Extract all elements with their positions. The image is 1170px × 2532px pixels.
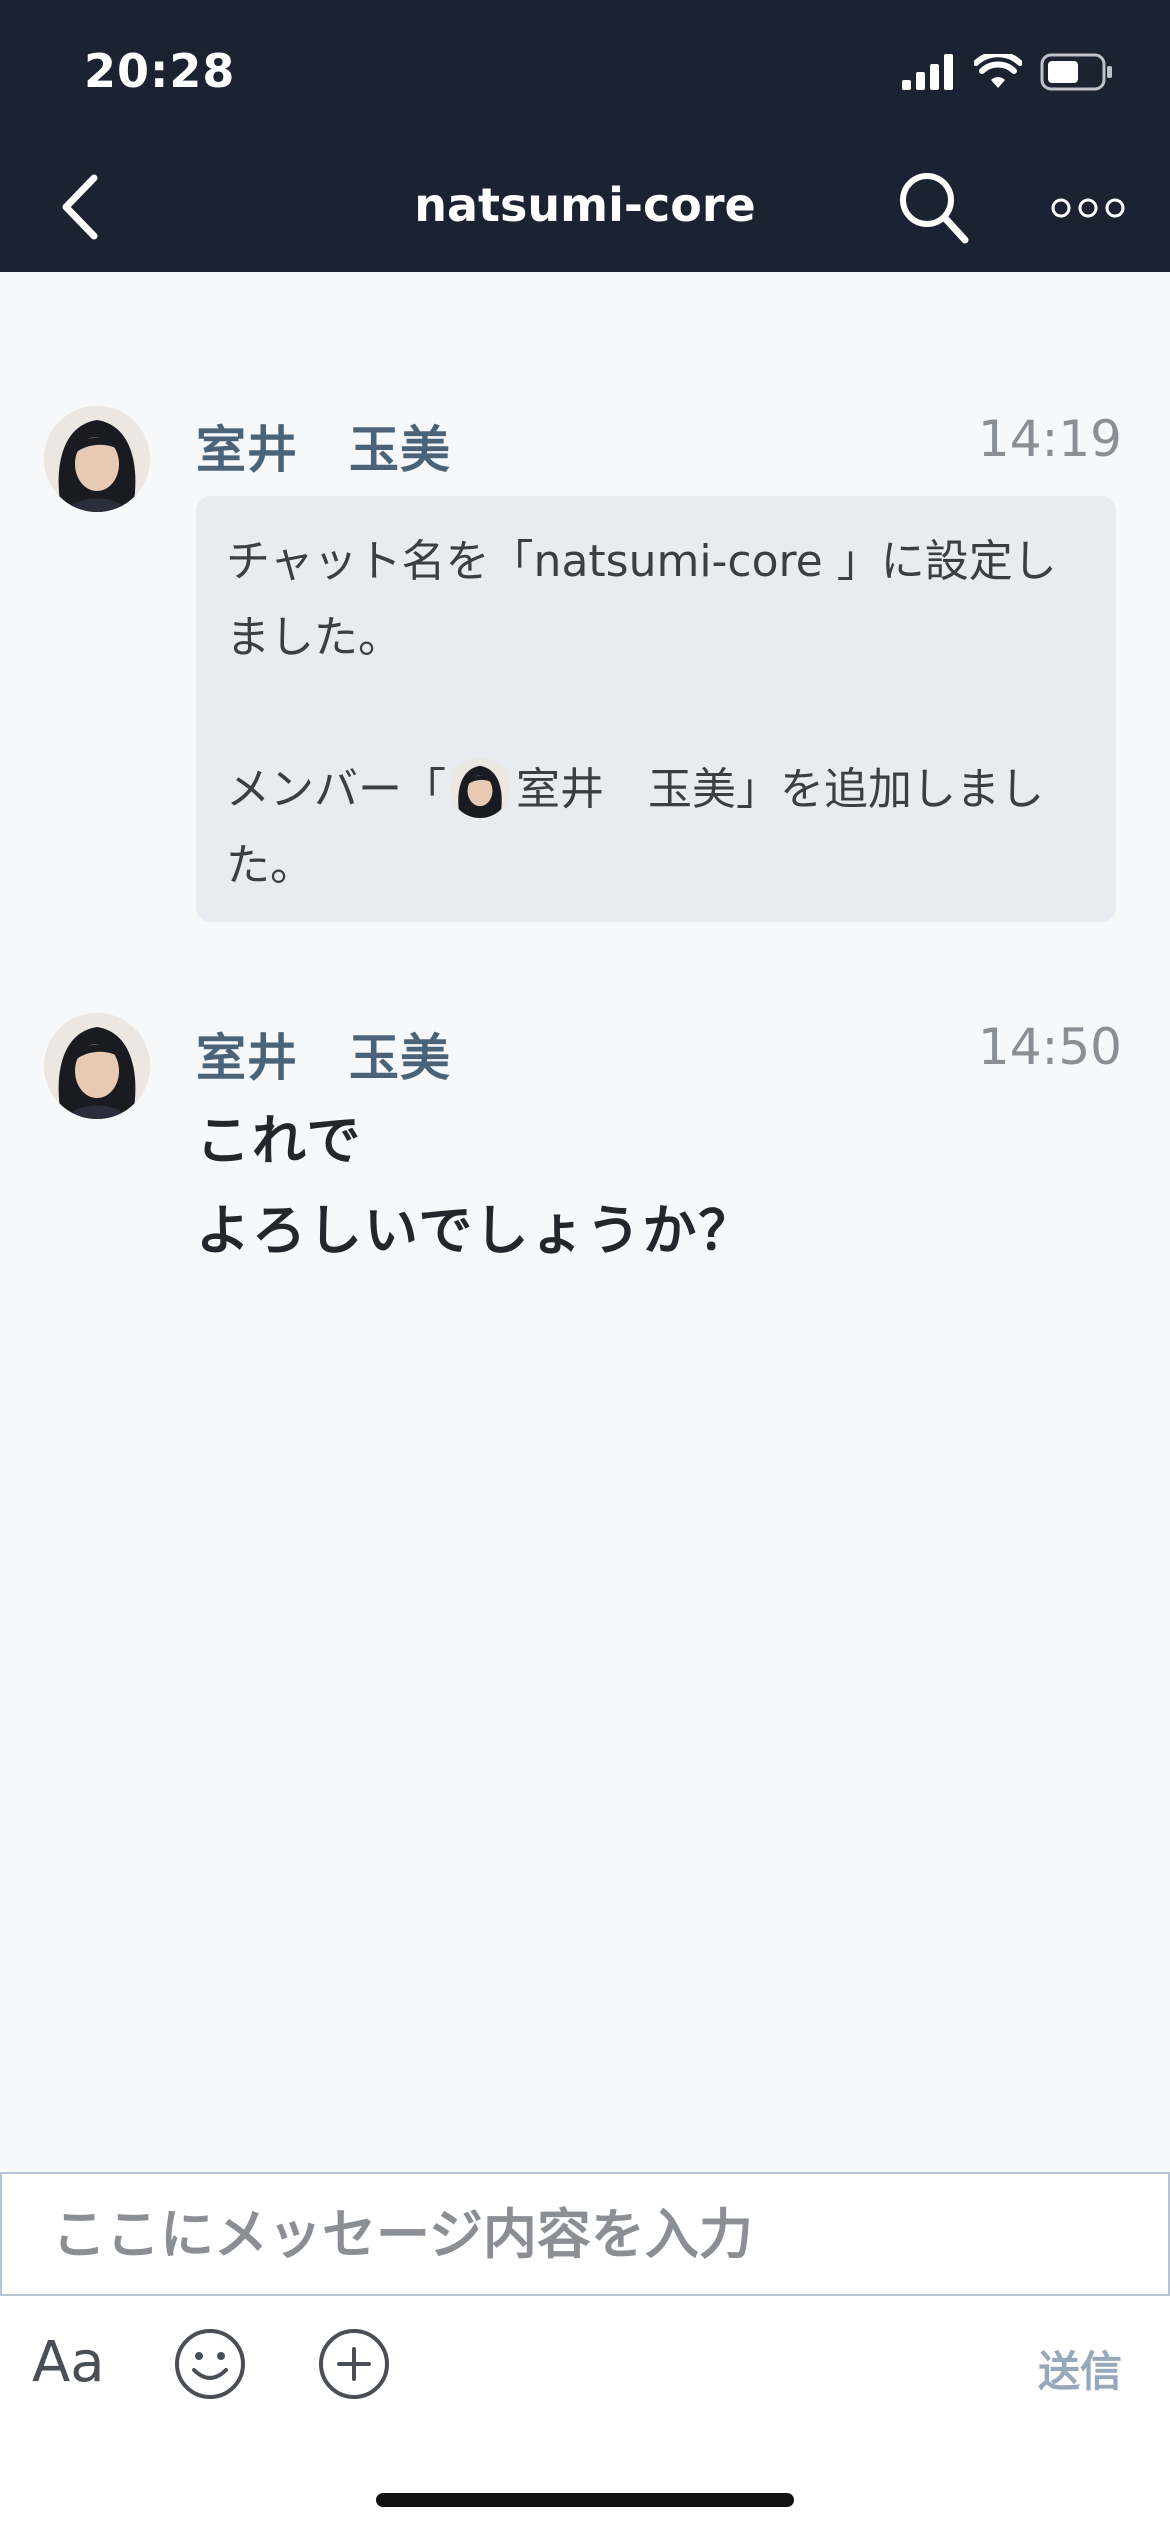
search-button[interactable] [895, 168, 975, 248]
smiley-icon [175, 2329, 245, 2399]
status-icons [902, 50, 1114, 94]
battery-icon [1040, 53, 1112, 91]
signal-icon [902, 54, 953, 90]
sender-name: 室井 玉美 [196, 421, 451, 479]
search-icon [900, 173, 969, 244]
header: 20:28 natsumi-core [0, 0, 1170, 272]
system-notice-line2: メンバー「 室井 玉美」を追加しました。 [226, 752, 1086, 904]
send-button[interactable]: 送信 [1038, 2338, 1122, 2399]
user-portrait-icon [44, 406, 150, 512]
message-input[interactable] [2, 2174, 1168, 2294]
avatar[interactable] [44, 406, 150, 512]
emoji-button[interactable] [172, 2326, 248, 2402]
avatar[interactable] [44, 1013, 150, 1119]
message-time: 14:50 [977, 1018, 1122, 1076]
chat-title: natsumi-core [414, 178, 756, 232]
message-text: これで よろしいでしょうか？ [196, 1109, 755, 1262]
message-time: 14:19 [977, 410, 1122, 468]
user-portrait-icon [44, 1013, 150, 1119]
sender-name: 室井 玉美 [196, 1029, 451, 1087]
wifi-icon [974, 54, 1022, 88]
more-icon [1051, 198, 1125, 218]
user-portrait-icon [450, 758, 510, 818]
more-options-button[interactable] [1050, 188, 1126, 228]
attach-button[interactable] [316, 2326, 392, 2402]
plus-circle-icon [319, 2329, 389, 2399]
home-indicator [376, 2493, 794, 2507]
member-avatar [450, 758, 510, 818]
message-composer [0, 2172, 1170, 2296]
chat-screen: 20:28 natsumi-core 室井 玉美 14:19 チャット名を「na… [0, 0, 1170, 2532]
system-notice-line1: チャット名を「natsumi-core 」に設定しました。 [226, 536, 1057, 663]
system-notice: チャット名を「natsumi-core 」に設定しました。 メンバー「 室井 玉… [196, 496, 1116, 922]
status-time: 20:28 [84, 44, 236, 98]
member-name: 室井 玉美 [516, 764, 736, 815]
text-format-button[interactable]: Aa [32, 2330, 105, 2395]
